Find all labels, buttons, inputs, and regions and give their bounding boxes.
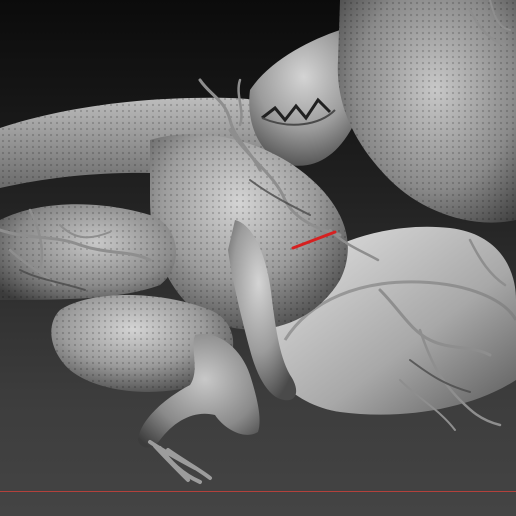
ground-plane-line — [0, 491, 516, 492]
claw-hand — [148, 440, 212, 484]
3d-viewport[interactable] — [0, 0, 516, 516]
sculpt-model[interactable] — [0, 0, 516, 516]
